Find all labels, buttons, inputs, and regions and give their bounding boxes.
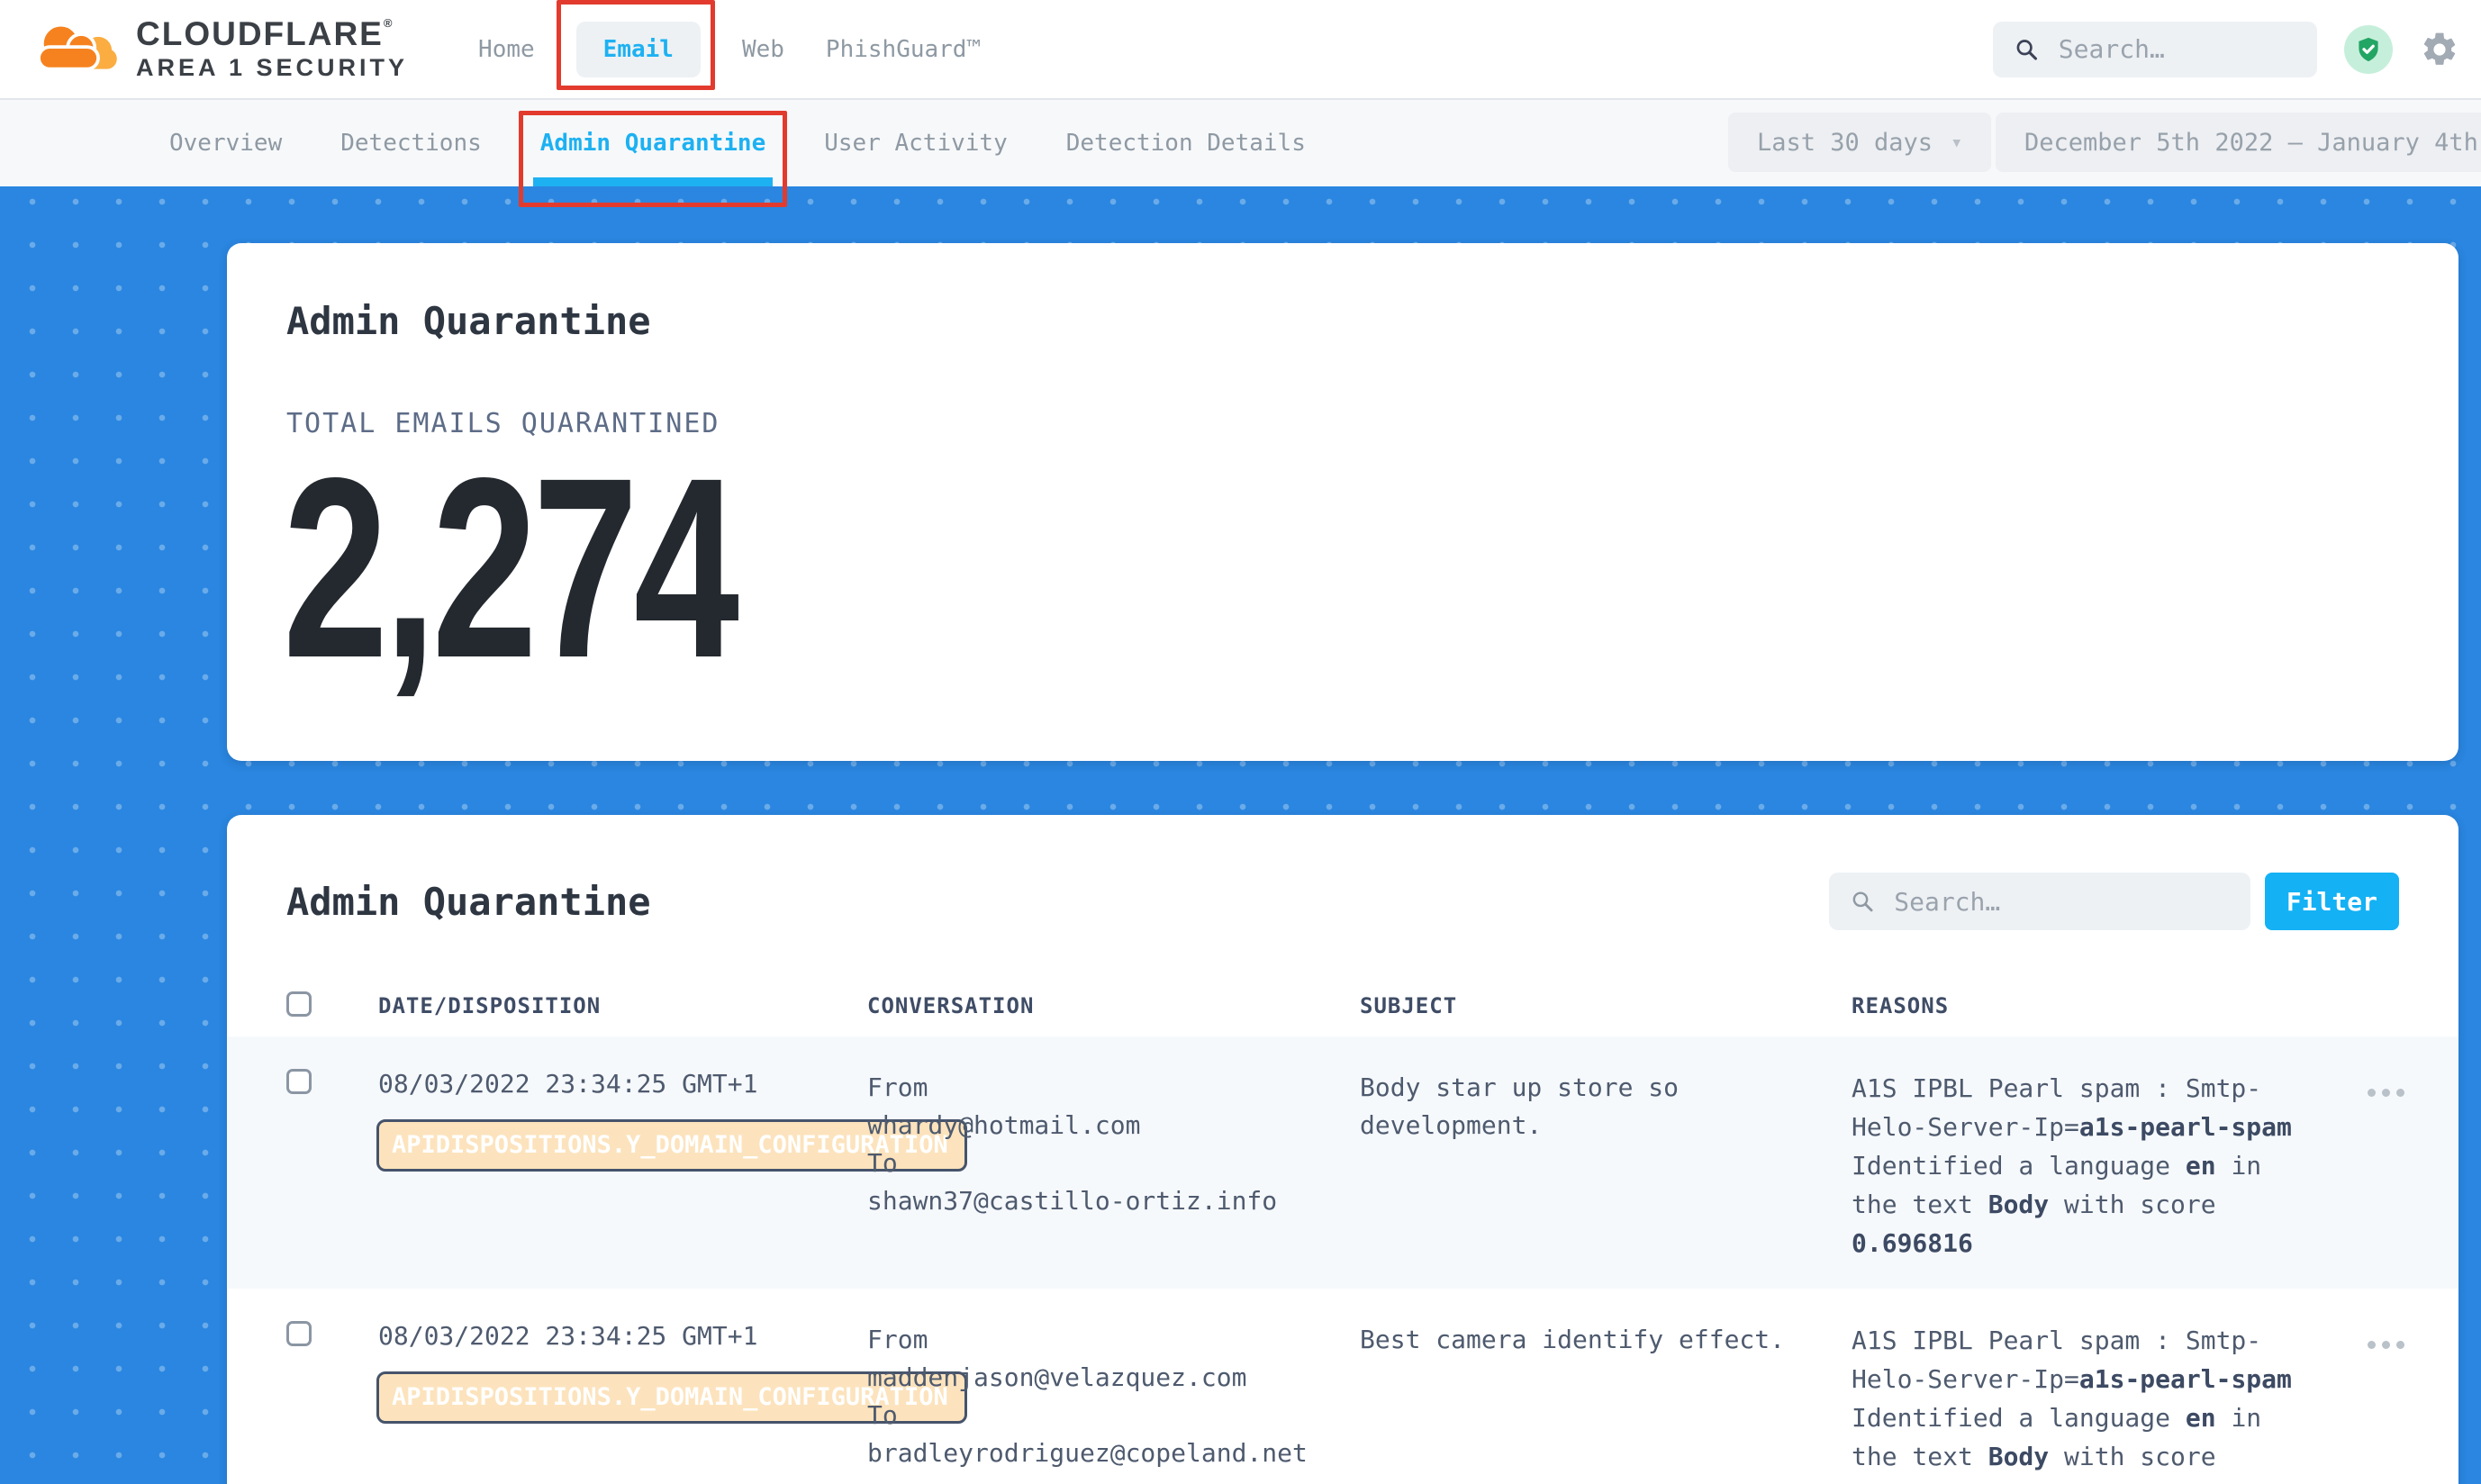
- top-nav-item-phishguard[interactable]: PhishGuard™: [826, 36, 981, 63]
- conversation-from-label: From: [867, 1069, 1360, 1107]
- shield-check-icon: [2355, 36, 2382, 63]
- quarantine-row: 08/03/2022 23:34:25 GMT+1APIDISPOSITIONS…: [227, 1289, 2458, 1484]
- quarantine-table-card: Admin Quarantine Filter DATE/DISPOSITION…: [227, 815, 2458, 1484]
- tab-user-activity[interactable]: User Activity: [824, 100, 1008, 186]
- tab-detections[interactable]: Detections: [340, 100, 482, 186]
- global-search-input[interactable]: [2057, 33, 2295, 65]
- global-search: [1993, 22, 2317, 77]
- date-disposition-cell: 08/03/2022 23:34:25 GMT+1APIDISPOSITIONS…: [378, 1321, 867, 1351]
- period-selector[interactable]: Last 30 days ▾: [1728, 113, 1991, 172]
- tab-detection-details[interactable]: Detection Details: [1066, 100, 1306, 186]
- column-header-date-disposition: DATE/DISPOSITION: [378, 993, 867, 1018]
- conversation-from-address: whardy@hotmail.com: [867, 1107, 1360, 1145]
- quarantine-row: 08/03/2022 23:34:25 GMT+1APIDISPOSITIONS…: [227, 1036, 2458, 1289]
- reasons-cell: A1S IPBL Pearl spam : Smtp-Helo-Server-I…: [1852, 1069, 2313, 1262]
- conversation-from-address: maddenjason@velazquez.com: [867, 1359, 1360, 1397]
- column-header-subject: SUBJECT: [1360, 993, 1852, 1018]
- cloudflare-logo: CLOUDFLARE® AREA 1 SECURITY: [32, 17, 408, 80]
- top-navigation: Home Email Web PhishGuard™: [478, 22, 981, 77]
- tab-admin-quarantine[interactable]: Admin Quarantine: [540, 100, 765, 186]
- top-nav-item-email[interactable]: Email: [576, 22, 701, 77]
- table-search-input[interactable]: [1892, 886, 2229, 918]
- subject-cell: Best camera identify effect.: [1360, 1321, 1852, 1359]
- app-window: CLOUDFLARE® AREA 1 SECURITY Home Email Web…: [0, 0, 2481, 1484]
- filter-button[interactable]: Filter: [2265, 873, 2399, 930]
- row-datetime: 08/03/2022 23:34:25 GMT+1: [378, 1069, 867, 1099]
- search-icon: [1851, 888, 1874, 915]
- table-card-header: Admin Quarantine Filter: [227, 815, 2458, 930]
- date-range-selector[interactable]: December 5th 2022 — January 4th 2023: [1996, 113, 2481, 172]
- row-select-cell: [286, 1069, 378, 1098]
- row-actions-cell: [2313, 1321, 2458, 1354]
- settings-gear-icon[interactable]: [2420, 30, 2459, 69]
- select-all-cell: [286, 991, 378, 1020]
- brand-text: CLOUDFLARE® AREA 1 SECURITY: [136, 17, 408, 80]
- top-nav-item-home[interactable]: Home: [478, 36, 535, 63]
- active-tab-underline: [533, 177, 773, 186]
- row-checkbox[interactable]: [286, 1069, 312, 1094]
- security-status-button[interactable]: [2344, 25, 2393, 74]
- conversation-to-label: To: [867, 1145, 1360, 1182]
- reasons-cell: A1S IPBL Pearl spam : Smtp-Helo-Server-I…: [1852, 1321, 2313, 1484]
- conversation-cell: Fromwhardy@hotmail.comToshawn37@castillo…: [867, 1069, 1360, 1220]
- select-all-checkbox[interactable]: [286, 991, 312, 1017]
- search-icon: [2015, 35, 2039, 64]
- brand-name: CLOUDFLARE®: [136, 17, 408, 52]
- table-card-title: Admin Quarantine: [286, 880, 651, 924]
- row-actions-cell: [2313, 1069, 2458, 1102]
- brand-registered-mark: ®: [384, 16, 394, 30]
- brand-subtitle: AREA 1 SECURITY: [136, 55, 408, 80]
- conversation-to-address: shawn37@castillo-ortiz.info: [867, 1182, 1360, 1220]
- summary-card-title: Admin Quarantine: [286, 299, 2458, 343]
- annotation-box-email: [557, 0, 715, 90]
- date-range-label: December 5th 2022 — January 4th 2023: [2024, 129, 2481, 157]
- table-search: [1829, 873, 2250, 930]
- column-header-reasons: REASONS: [1852, 993, 2313, 1018]
- top-bar-right: [1993, 22, 2459, 77]
- table-header-row: DATE/DISPOSITIONCONVERSATIONSUBJECTREASO…: [227, 975, 2458, 1036]
- conversation-to-address: bradleyrodriguez@copeland.net: [867, 1434, 1360, 1472]
- summary-card: Admin Quarantine TOTAL EMAILS QUARANTINE…: [227, 243, 2458, 761]
- row-select-cell: [286, 1321, 378, 1350]
- row-actions-ellipsis-icon[interactable]: [2362, 1335, 2410, 1354]
- quarantine-table: DATE/DISPOSITIONCONVERSATIONSUBJECTREASO…: [227, 975, 2458, 1484]
- period-selector-label: Last 30 days: [1757, 129, 1933, 157]
- conversation-cell: Frommaddenjason@velazquez.comTobradleyro…: [867, 1321, 1360, 1472]
- top-nav-item-web[interactable]: Web: [742, 36, 784, 63]
- cloudflare-cloud-icon: [32, 20, 122, 79]
- conversation-from-label: From: [867, 1321, 1360, 1359]
- top-bar: CLOUDFLARE® AREA 1 SECURITY Home Email Web…: [0, 0, 2481, 100]
- date-disposition-cell: 08/03/2022 23:34:25 GMT+1APIDISPOSITIONS…: [378, 1069, 867, 1099]
- row-checkbox[interactable]: [286, 1321, 312, 1346]
- chevron-down-icon: ▾: [1951, 131, 1962, 154]
- table-body: 08/03/2022 23:34:25 GMT+1APIDISPOSITIONS…: [227, 1036, 2458, 1484]
- annotation-box-admin-quarantine: [519, 111, 787, 207]
- column-header-conversation: CONVERSATION: [867, 993, 1360, 1018]
- metric-value: 2,274: [283, 456, 1893, 681]
- conversation-to-label: To: [867, 1397, 1360, 1434]
- subject-cell: Body star up store so development.: [1360, 1069, 1852, 1145]
- row-actions-ellipsis-icon[interactable]: [2362, 1083, 2410, 1102]
- row-datetime: 08/03/2022 23:34:25 GMT+1: [378, 1321, 867, 1351]
- tab-overview[interactable]: Overview: [169, 100, 282, 186]
